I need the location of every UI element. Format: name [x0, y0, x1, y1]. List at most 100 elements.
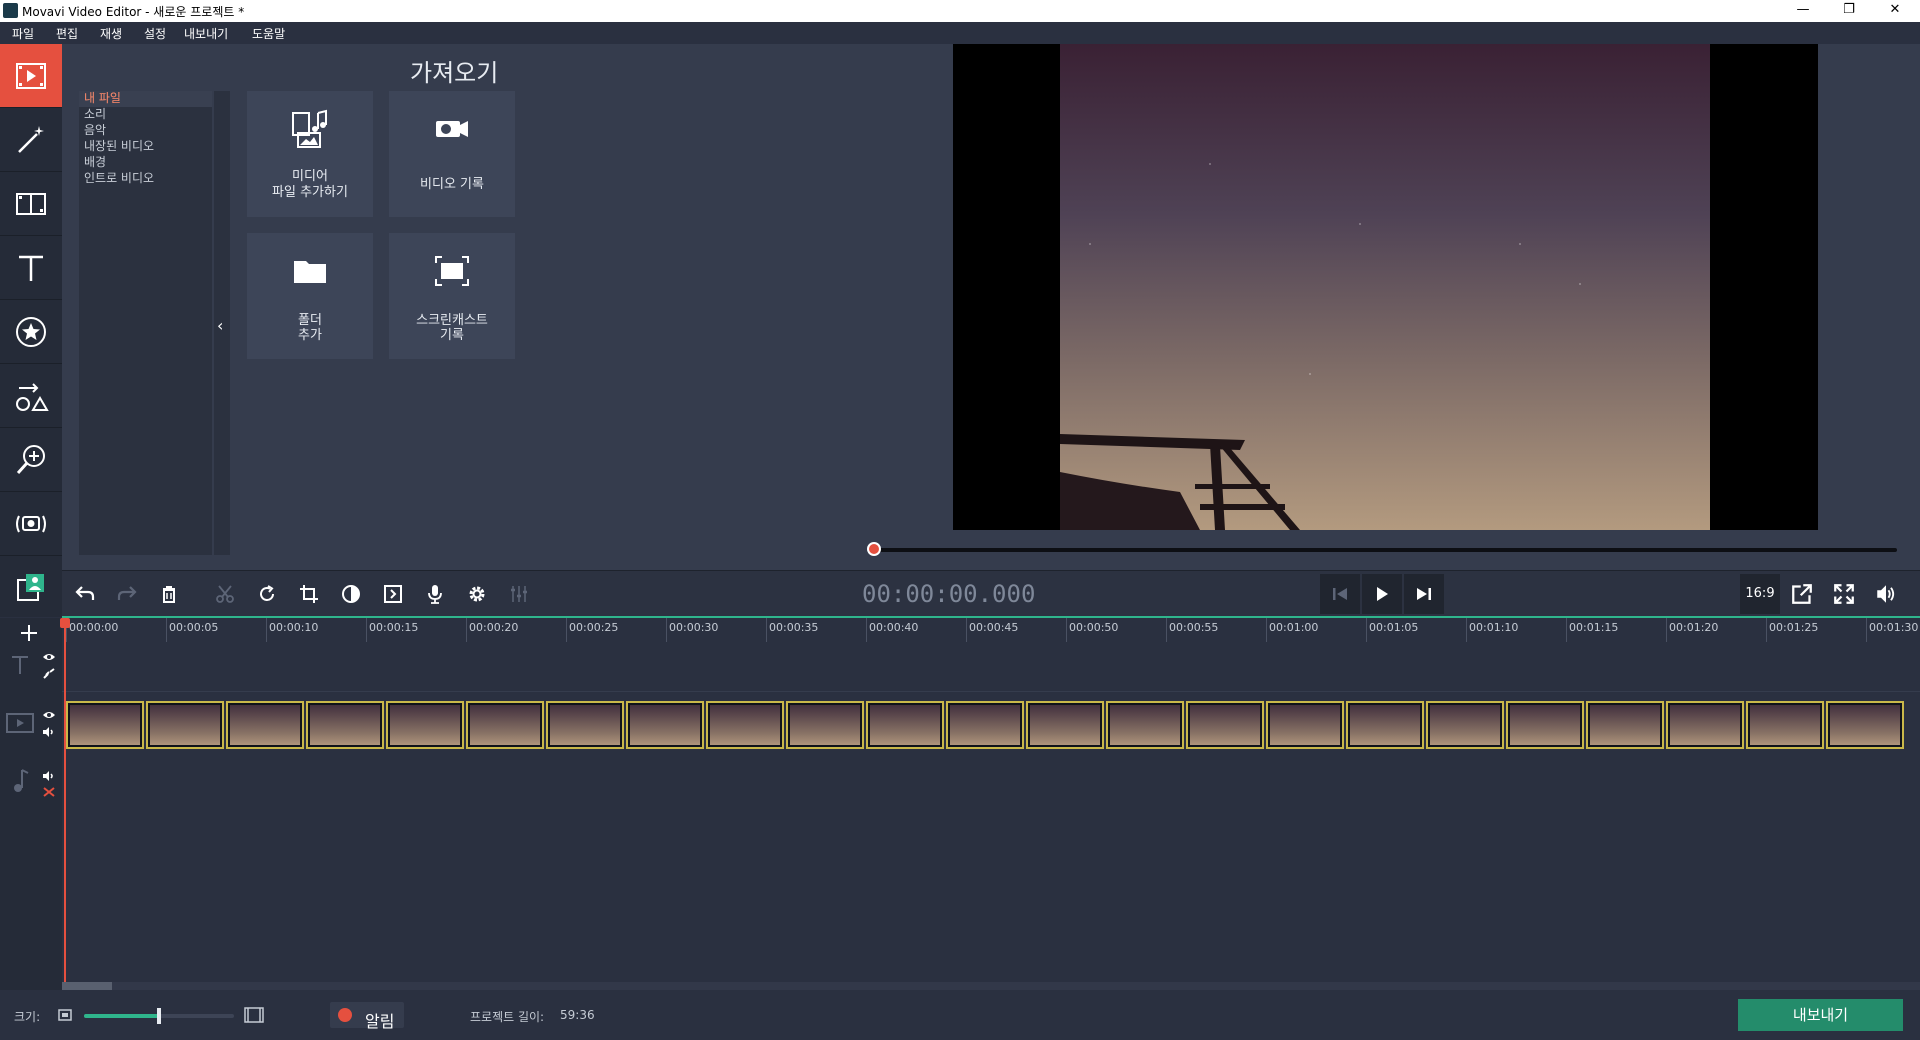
ruler-tick	[366, 618, 367, 642]
mute-audio-icon[interactable]	[42, 726, 56, 738]
clip-frame[interactable]	[1346, 701, 1424, 749]
clip-frame[interactable]	[1826, 701, 1904, 749]
restore-button[interactable]: ❐	[1826, 0, 1872, 22]
export-button[interactable]: 내보내기	[1738, 999, 1903, 1031]
seek-handle[interactable]	[867, 542, 881, 556]
stickers-tool-button[interactable]	[0, 300, 62, 364]
scrollbar-thumb[interactable]	[62, 982, 112, 990]
time-ruler[interactable]: 00:00:00 00:00:05 00:00:10 00:00:15 00:00:20…	[62, 618, 1920, 642]
clip-frame[interactable]	[466, 701, 544, 749]
zoom-out-icon[interactable]	[58, 1009, 72, 1021]
clip-frame[interactable]	[1106, 701, 1184, 749]
delete-button[interactable]	[150, 574, 188, 614]
clip-frame[interactable]	[1426, 701, 1504, 749]
clip-properties-button[interactable]	[374, 574, 412, 614]
bell-icon	[338, 1008, 352, 1022]
clip-frame[interactable]	[1586, 701, 1664, 749]
clip-frame[interactable]	[706, 701, 784, 749]
eye-icon[interactable]	[42, 710, 56, 720]
clip-frame[interactable]	[546, 701, 624, 749]
unlink-icon[interactable]	[42, 786, 56, 798]
menu-export[interactable]: 내보내기	[184, 25, 228, 42]
callouts-tool-button[interactable]	[0, 364, 62, 428]
crop-button[interactable]	[290, 574, 328, 614]
stabilization-tool-button[interactable]	[0, 492, 62, 556]
detach-player-button[interactable]	[1782, 574, 1822, 614]
seek-bar[interactable]	[872, 548, 1897, 552]
minimize-button[interactable]: —	[1780, 0, 1826, 22]
playhead[interactable]	[60, 618, 70, 984]
timeline-scrollbar[interactable]	[62, 982, 1920, 990]
clip-frame[interactable]	[66, 701, 144, 749]
collapse-panel-button[interactable]: ‹	[217, 316, 223, 335]
ruler-label: 00:00:10	[269, 621, 319, 634]
add-track-icon[interactable]	[20, 624, 38, 642]
screencast-tile[interactable]: 스크린캐스트 기록	[389, 233, 515, 359]
next-frame-button[interactable]	[1404, 574, 1444, 614]
text-track[interactable]	[62, 642, 1920, 692]
filters-tool-button[interactable]	[0, 108, 62, 172]
clip-frame[interactable]	[146, 701, 224, 749]
clip-frame[interactable]	[946, 701, 1024, 749]
record-audio-button[interactable]	[416, 574, 454, 614]
rotate-button[interactable]	[248, 574, 286, 614]
speaker-icon[interactable]	[42, 770, 56, 782]
zoom-tool-button[interactable]	[0, 428, 62, 492]
undo-button[interactable]	[66, 574, 104, 614]
category-my-files[interactable]: 내 파일	[79, 91, 212, 107]
redo-button[interactable]	[108, 574, 146, 614]
clip-frame[interactable]	[866, 701, 944, 749]
clip-frame[interactable]	[1266, 701, 1344, 749]
category-intro-video[interactable]: 인트로 비디오	[79, 171, 212, 187]
clip-frame[interactable]	[1666, 701, 1744, 749]
category-music[interactable]: 음악	[79, 123, 212, 139]
media-files-icon	[292, 109, 327, 148]
zoom-in-icon[interactable]	[244, 1007, 264, 1023]
timeline-area[interactable]	[62, 642, 1920, 982]
add-media-tile[interactable]: 미디어 파일 추가하기	[247, 91, 373, 217]
volume-button[interactable]	[1866, 574, 1906, 614]
clip-frame[interactable]	[1746, 701, 1824, 749]
menu-edit[interactable]: 편집	[56, 25, 78, 42]
add-folder-tile[interactable]: 폴더 추가	[247, 233, 373, 359]
record-video-tile[interactable]: 비디오 기록	[389, 91, 515, 217]
notifications-button[interactable]: 알림	[330, 1002, 404, 1031]
clip-frame[interactable]	[386, 701, 464, 749]
color-adjust-button[interactable]	[332, 574, 370, 614]
clip-frame[interactable]	[786, 701, 864, 749]
clip-frame[interactable]	[306, 701, 384, 749]
more-tools-button[interactable]	[0, 556, 62, 620]
play-button[interactable]	[1362, 574, 1402, 614]
playhead-handle[interactable]	[60, 618, 70, 628]
close-button[interactable]: ✕	[1872, 0, 1918, 22]
category-sounds[interactable]: 소리	[79, 107, 212, 123]
settings-button[interactable]	[458, 574, 496, 614]
category-backgrounds[interactable]: 배경	[79, 155, 212, 171]
zoom-slider[interactable]	[84, 1008, 234, 1024]
track-headers	[0, 618, 62, 990]
menu-help[interactable]: 도움말	[252, 25, 285, 42]
category-built-in-video[interactable]: 내장된 비디오	[79, 139, 212, 155]
link-icon[interactable]	[42, 668, 56, 680]
notifications-label: 알림	[365, 1012, 395, 1031]
clip-frame[interactable]	[226, 701, 304, 749]
ruler-tick	[966, 618, 967, 642]
previous-frame-button[interactable]	[1320, 574, 1360, 614]
equalizer-button[interactable]	[500, 574, 538, 614]
clip-frame[interactable]	[626, 701, 704, 749]
zoom-handle[interactable]	[157, 1008, 161, 1024]
import-tool-button[interactable]	[0, 44, 62, 108]
menu-settings[interactable]: 설정	[144, 25, 166, 42]
titles-tool-button[interactable]	[0, 236, 62, 300]
aspect-ratio-button[interactable]: 16:9	[1740, 574, 1780, 614]
menu-file[interactable]: 파일	[12, 25, 34, 42]
video-preview[interactable]	[1060, 44, 1710, 530]
fullscreen-button[interactable]	[1824, 574, 1864, 614]
eye-icon[interactable]	[42, 652, 56, 662]
menu-playback[interactable]: 재생	[100, 25, 122, 42]
transitions-tool-button[interactable]	[0, 172, 62, 236]
clip-frame[interactable]	[1506, 701, 1584, 749]
clip-frame[interactable]	[1186, 701, 1264, 749]
clip-frame[interactable]	[1026, 701, 1104, 749]
cut-button[interactable]	[206, 574, 244, 614]
